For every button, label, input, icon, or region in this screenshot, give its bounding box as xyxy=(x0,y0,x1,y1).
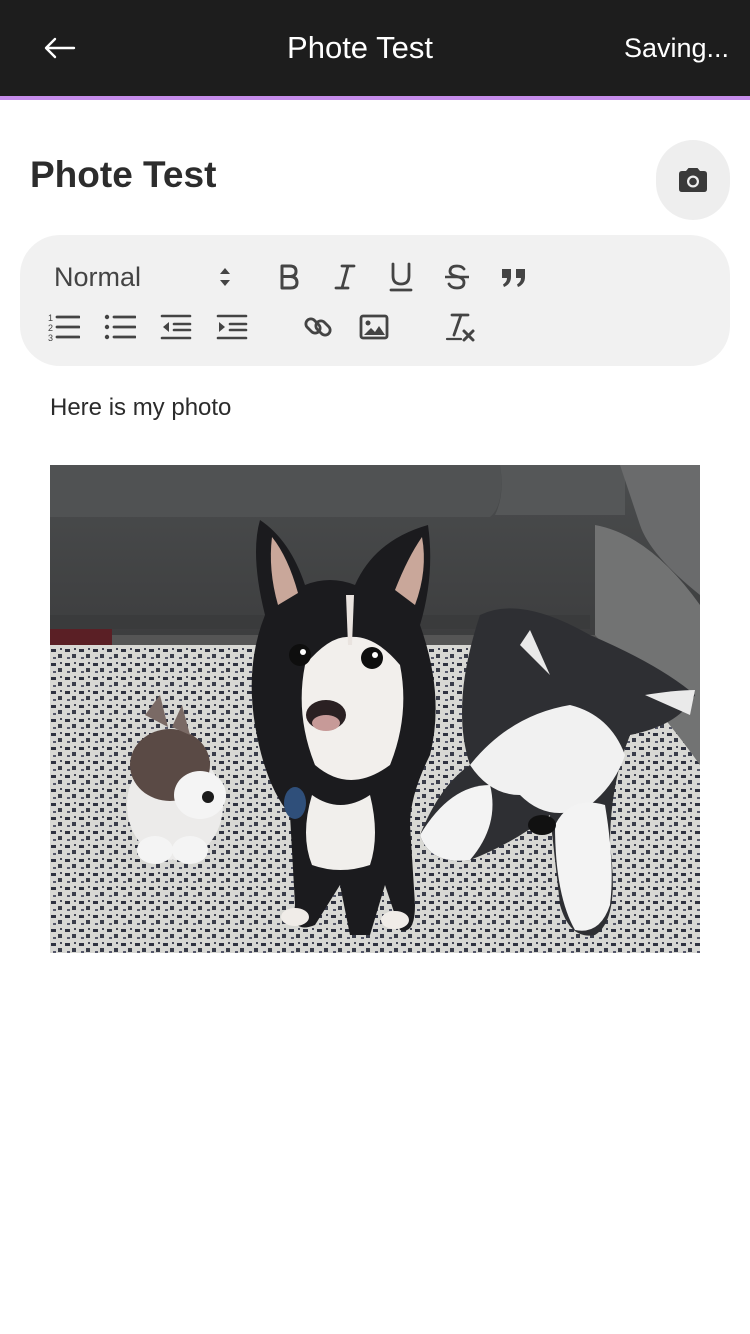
indent-icon xyxy=(216,314,248,340)
bullet-list-icon xyxy=(104,314,136,340)
image-icon xyxy=(359,314,389,340)
svg-text:1: 1 xyxy=(48,313,53,323)
blockquote-button[interactable] xyxy=(494,257,534,297)
strikethrough-icon xyxy=(445,264,469,290)
format-select-value: Normal xyxy=(54,261,142,292)
bold-icon xyxy=(280,264,299,290)
italic-icon xyxy=(334,264,356,290)
underline-button[interactable] xyxy=(381,257,421,297)
link-icon xyxy=(304,317,332,337)
camera-button[interactable] xyxy=(656,140,730,220)
italic-button[interactable] xyxy=(325,257,365,297)
header-accent-bar xyxy=(0,96,750,100)
outdent-button[interactable] xyxy=(156,307,196,347)
app-header: Phote Test Saving... xyxy=(0,0,750,96)
note-photo[interactable] xyxy=(50,465,700,953)
blockquote-icon xyxy=(502,269,525,287)
format-select[interactable]: Normal xyxy=(52,255,230,299)
indent-button[interactable] xyxy=(212,307,252,347)
clear-format-button[interactable] xyxy=(440,307,480,347)
note-body-text[interactable]: Here is my photo xyxy=(50,394,231,422)
editor-toolbar: Normal 1 2 3 xyxy=(20,235,730,366)
back-button[interactable] xyxy=(38,26,82,70)
svg-text:3: 3 xyxy=(48,333,53,342)
bold-button[interactable] xyxy=(269,257,309,297)
clear-format-icon xyxy=(445,313,475,342)
link-button[interactable] xyxy=(298,307,338,347)
ordered-list-icon: 1 2 3 xyxy=(48,313,80,342)
underline-icon xyxy=(389,262,413,292)
header-title: Phote Test xyxy=(287,30,433,65)
svg-text:2: 2 xyxy=(48,323,53,333)
camera-icon xyxy=(679,168,707,192)
strikethrough-button[interactable] xyxy=(437,257,477,297)
bullet-list-button[interactable] xyxy=(100,307,140,347)
dog-photo-illustration xyxy=(50,465,700,953)
outdent-icon xyxy=(160,314,192,340)
save-status: Saving... xyxy=(623,33,729,63)
select-arrows-icon xyxy=(220,268,230,286)
ordered-list-button[interactable]: 1 2 3 xyxy=(44,307,84,347)
arrow-left-icon xyxy=(44,37,76,59)
insert-image-button[interactable] xyxy=(354,307,394,347)
note-title[interactable]: Phote Test xyxy=(30,154,216,196)
